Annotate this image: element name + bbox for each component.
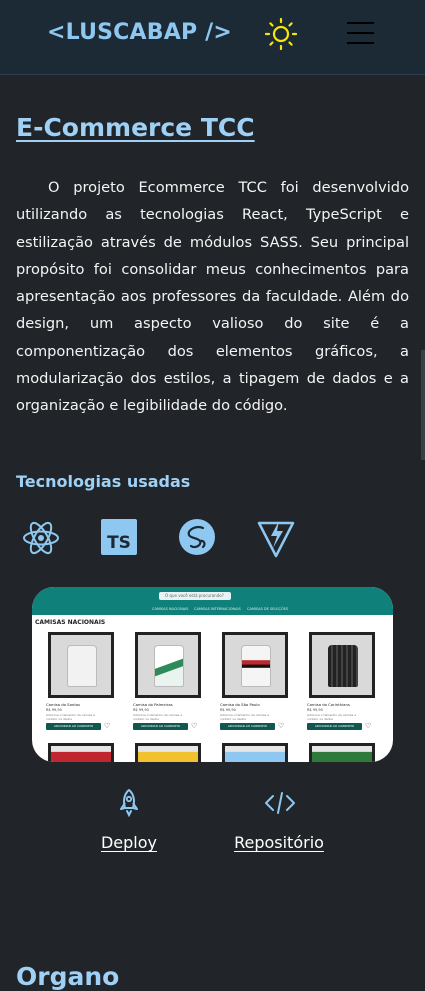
preview-product-price: R$ 99,90	[220, 708, 236, 712]
preview-product-text: Adicione o tamanho da camisa e conferir …	[133, 713, 183, 721]
deploy-link[interactable]: Deploy	[69, 788, 189, 858]
deploy-link-label[interactable]: Deploy	[69, 833, 189, 852]
project-description: O projeto Ecommerce TCC foi desenvolvido…	[16, 179, 409, 415]
preview-product-thumb	[135, 743, 201, 762]
scrollbar-thumb[interactable]	[421, 350, 425, 460]
preview-product-thumb	[222, 743, 288, 762]
next-project-title: Organo	[16, 962, 120, 991]
preview-nav: CAMISAS NACIONAIS CAMISAS INTERNACIONAIS…	[32, 604, 393, 615]
preview-product-card: Camisa do Corinthians R$ 99,90 Adicione …	[307, 632, 375, 742]
preview-product-thumb	[309, 743, 375, 762]
preview-product-price: R$ 99,90	[133, 708, 149, 712]
preview-product-name: Camisa do Corinthians	[307, 702, 350, 707]
heart-icon: ♡	[365, 722, 372, 730]
preview-add-button: ADICIONAR AO CARRINHO	[46, 723, 101, 730]
preview-add-button: ADICIONAR AO CARRINHO	[133, 723, 188, 730]
heart-icon: ♡	[104, 722, 111, 730]
preview-product-text: Adicione o tamanho da camisa e conferir …	[307, 713, 357, 721]
menu-button[interactable]	[347, 22, 375, 46]
preview-add-button: ADICIONAR AO CARRINHO	[307, 723, 362, 730]
repository-link[interactable]: Repositório	[219, 788, 339, 858]
theme-toggle-button[interactable]	[264, 17, 298, 51]
technologies-list: TS	[16, 518, 316, 558]
hamburger-menu-icon	[347, 22, 375, 44]
preview-nav-item: CAMISAS INTERNACIONAIS	[194, 607, 241, 611]
preview-nav-item: CAMISAS DE SELEÇÕES	[247, 607, 289, 611]
preview-product-text: Adicione o tamanho da camisa e conferir …	[220, 713, 270, 721]
heart-icon: ♡	[191, 722, 198, 730]
project-title: E-Commerce TCC	[16, 113, 255, 142]
preview-section-title: CAMISAS NACIONAIS	[35, 619, 106, 626]
sun-icon	[264, 17, 298, 51]
logo[interactable]: <LUSCABAP />	[47, 20, 232, 45]
preview-search-input: O que você está procurando?	[159, 592, 231, 600]
preview-header: O que você está procurando? CAMISAS NACI…	[32, 587, 393, 615]
preview-product-card: Camisa do Palmeiras R$ 99,90 Adicione o …	[133, 632, 201, 742]
repository-link-label[interactable]: Repositório	[219, 833, 339, 852]
heart-icon: ♡	[278, 722, 285, 730]
rocket-icon	[114, 788, 144, 818]
react-icon	[21, 518, 61, 558]
vite-icon	[256, 518, 296, 558]
sass-icon	[178, 518, 218, 558]
preview-product-name: Camisa do Palmeiras	[133, 702, 173, 707]
svg-text:TS: TS	[107, 533, 131, 553]
technologies-title: Tecnologias usadas	[16, 472, 191, 491]
header: <LUSCABAP />	[0, 0, 425, 75]
preview-product-price: R$ 99,90	[307, 708, 323, 712]
preview-nav-item: CAMISAS NACIONAIS	[152, 607, 189, 611]
preview-product-name: Camisa do Santos	[46, 702, 81, 707]
preview-product-card: Camisa do São Paulo R$ 99,90 Adicione o …	[220, 632, 288, 742]
preview-add-button: ADICIONAR AO CARRINHO	[220, 723, 275, 730]
preview-product-name: Camisa do São Paulo	[220, 702, 260, 707]
project-preview-image: O que você está procurando? CAMISAS NACI…	[32, 587, 393, 762]
preview-product-thumb	[48, 743, 114, 762]
preview-product-text: Adicione o tamanho da camisa e conferir …	[46, 713, 96, 721]
typescript-icon: TS	[100, 518, 140, 558]
code-icon	[264, 788, 295, 818]
preview-product-card: Camisa do Santos R$ 99,90 Adicione o tam…	[46, 632, 114, 742]
preview-product-price: R$ 99,90	[46, 708, 62, 712]
